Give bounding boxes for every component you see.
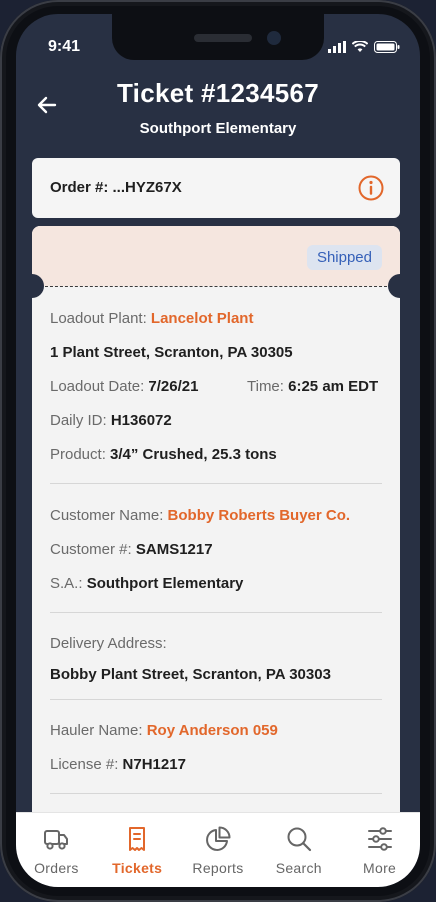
- tab-tickets[interactable]: Tickets: [97, 813, 178, 887]
- daily-id-value: H136072: [110, 412, 172, 429]
- hauler-name-value[interactable]: Roy Anderson 059: [147, 722, 278, 739]
- divider: [50, 483, 382, 484]
- time-label: Time:: [247, 378, 289, 395]
- daily-id-label: Daily ID:: [50, 412, 111, 429]
- customer-number-label: Customer #:: [50, 541, 136, 558]
- loadout-plant-label: Loadout Plant:: [50, 310, 151, 327]
- customer-name-label: Customer Name:: [50, 507, 168, 524]
- hauler-name-row: Hauler Name: Roy Anderson 059: [50, 722, 278, 739]
- delivery-address-label: Delivery Address:: [50, 635, 167, 652]
- order-card[interactable]: Order #: ...HYZ67X: [32, 158, 400, 218]
- page-title: Ticket #1234567: [116, 78, 320, 108]
- sa-value: Southport Elementary: [86, 575, 244, 592]
- loadout-date-label: Loadout Date:: [50, 378, 149, 395]
- license-label: License #:: [50, 756, 123, 773]
- sliders-icon: [367, 827, 392, 851]
- info-icon[interactable]: [358, 175, 384, 201]
- loadout-plant-row: Loadout Plant: Lancelot Plant: [50, 310, 253, 327]
- tab-orders-label: Orders: [34, 860, 79, 876]
- signal-icon: [328, 41, 346, 53]
- loadout-date-row: Loadout Date: 7/26/21: [50, 378, 198, 395]
- time-row: Time: 6:25 am EDT: [247, 378, 378, 395]
- plant-address: 1 Plant Street, Scranton, PA 30305: [50, 344, 293, 361]
- product-label: Product:: [50, 446, 111, 463]
- customer-name-row: Customer Name: Bobby Roberts Buyer Co.: [50, 507, 350, 524]
- tab-bar: Orders Tickets Reports Search More: [16, 812, 420, 887]
- time-value: 6:25 am EDT: [288, 378, 379, 395]
- divider: [50, 793, 382, 794]
- battery-icon: [374, 41, 400, 53]
- customer-number-row: Customer #: SAMS1217: [50, 541, 213, 558]
- tab-search[interactable]: Search: [258, 813, 339, 887]
- notch: [112, 14, 324, 60]
- divider: [50, 612, 382, 613]
- status-time: 9:41: [48, 38, 81, 55]
- license-row: License #: N7H1217: [50, 756, 186, 773]
- camera: [267, 31, 281, 45]
- hauler-name-label: Hauler Name:: [50, 722, 147, 739]
- tab-orders[interactable]: Orders: [16, 813, 97, 887]
- tab-reports-label: Reports: [192, 860, 244, 876]
- divider: [50, 699, 382, 700]
- ticket-perforation: [40, 286, 392, 287]
- tab-reports[interactable]: Reports: [178, 813, 259, 887]
- ticket-notch-right: [388, 274, 400, 298]
- status-icons: [328, 41, 400, 53]
- ticket-icon: [129, 827, 146, 851]
- status-badge: Shipped: [306, 245, 382, 270]
- customer-number-value: SAMS1217: [135, 541, 213, 558]
- search-icon: [287, 827, 311, 852]
- license-value: N7H1217: [122, 756, 186, 773]
- loadout-plant-value[interactable]: Lancelot Plant: [151, 310, 254, 327]
- nav-header: Ticket #1234567 Southport Elementary: [16, 74, 420, 154]
- page-subtitle: Southport Elementary: [139, 120, 297, 137]
- sa-label: S.A.:: [50, 575, 87, 592]
- order-number: Order #: ...HYZ67X: [50, 179, 182, 196]
- tab-more-label: More: [363, 860, 397, 876]
- tab-tickets-label: Tickets: [112, 860, 163, 876]
- pie-chart-icon: [206, 826, 231, 851]
- loadout-date-value: 7/26/21: [148, 378, 199, 395]
- tab-search-label: Search: [275, 860, 322, 876]
- screen: 9:41 Ticket #1234567 Southport Elementar…: [16, 14, 420, 887]
- delivery-address-value: Bobby Plant Street, Scranton, PA 30303: [50, 666, 331, 683]
- truck-icon: [44, 830, 69, 850]
- customer-name-value[interactable]: Bobby Roberts Buyer Co.: [168, 507, 351, 524]
- wifi-icon: [352, 41, 368, 52]
- speaker: [194, 34, 252, 42]
- sa-row: S.A.: Southport Elementary: [50, 575, 243, 592]
- tab-more[interactable]: More: [339, 813, 420, 887]
- daily-id-row: Daily ID: H136072: [50, 412, 172, 429]
- product-value: 3/4” Crushed, 25.3 tons: [110, 446, 277, 463]
- ticket-card: Shipped Loadout Plant: Lancelot Plant 1 …: [32, 226, 400, 846]
- product-row: Product: 3/4” Crushed, 25.3 tons: [50, 446, 277, 463]
